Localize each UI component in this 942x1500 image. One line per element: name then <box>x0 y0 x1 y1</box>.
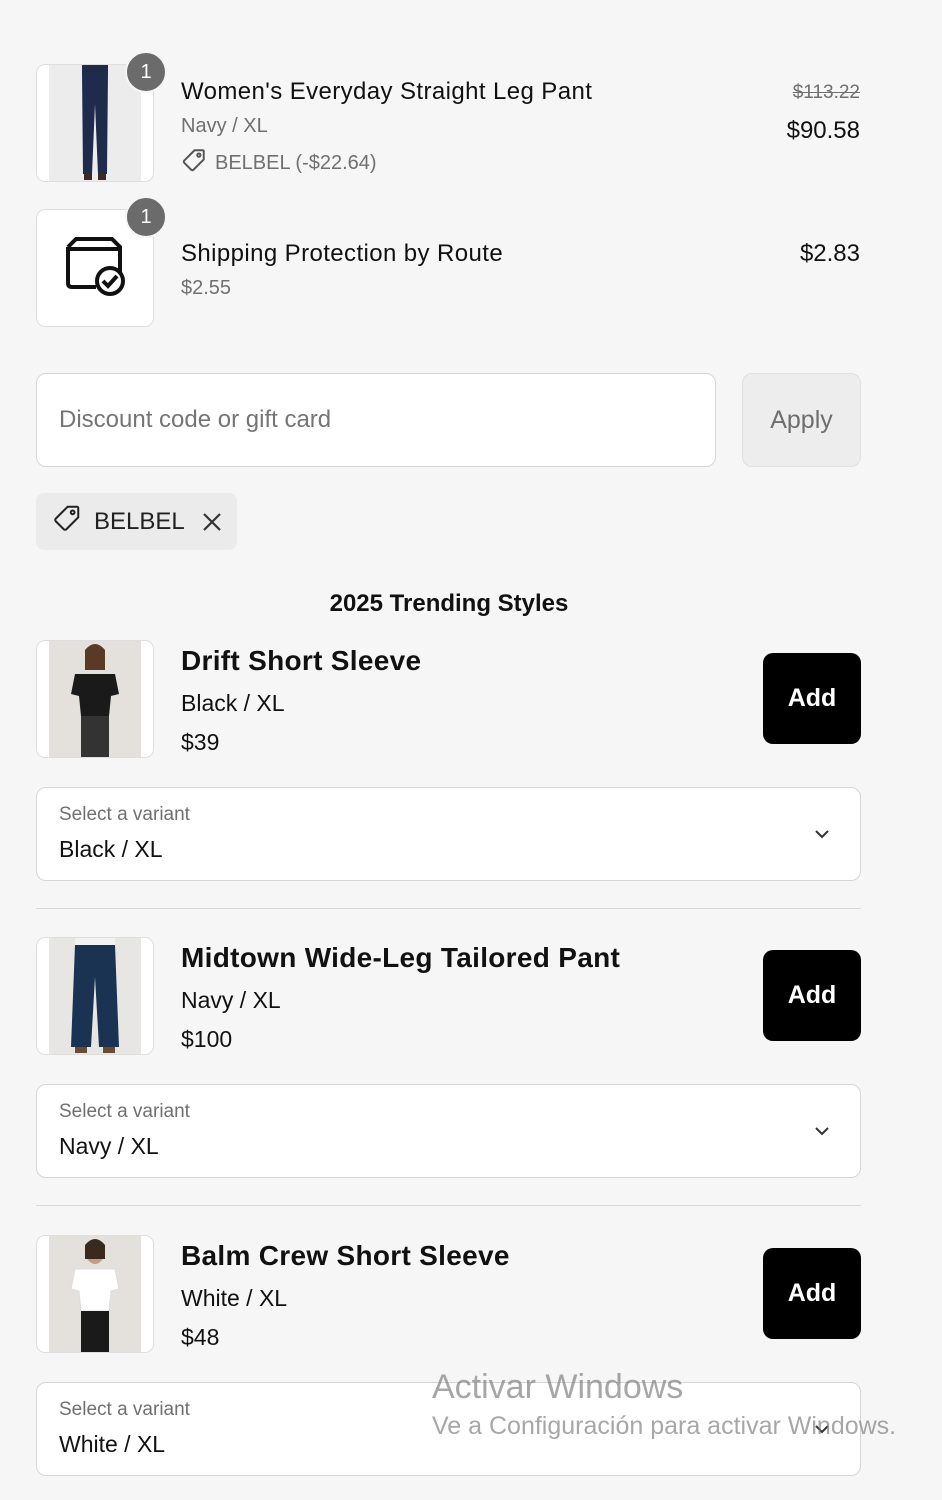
variant-select-label: Select a variant <box>59 804 190 825</box>
line-item-title: Shipping Protection by Route <box>181 240 504 267</box>
line-item-discount: BELBEL (-$22.64) <box>181 147 377 179</box>
close-icon[interactable] <box>201 511 223 533</box>
tag-icon <box>181 147 207 179</box>
divider <box>36 1205 861 1206</box>
tag-icon <box>52 503 82 540</box>
original-price: $113.22 <box>792 82 860 103</box>
product-thumbnail: 1 <box>36 51 167 182</box>
quantity-badge: 1 <box>125 51 167 93</box>
product-name: Balm Crew Short Sleeve <box>181 1240 510 1271</box>
product-variant: Navy / XL <box>181 987 281 1013</box>
variant-select-value: White / XL <box>59 1431 166 1457</box>
product-price: $48 <box>181 1324 220 1350</box>
line-item-variant: Navy / XL <box>181 115 268 137</box>
discount-code-input[interactable] <box>59 406 715 434</box>
variant-select-label: Select a variant <box>59 1399 190 1420</box>
add-button[interactable]: Add <box>763 950 861 1041</box>
product-price: $100 <box>181 1026 233 1052</box>
add-button[interactable]: Add <box>763 653 861 744</box>
product-image-wide-leg-pant <box>49 938 141 1054</box>
product-image-balm-crew-short-sleeve <box>49 1236 141 1352</box>
product-variant: Black / XL <box>181 690 285 716</box>
discount-field[interactable] <box>36 373 716 467</box>
line-item-price: $2.83 <box>799 240 860 267</box>
line-item-title: Women's Everyday Straight Leg Pant <box>181 78 593 105</box>
section-title: 2025 Trending Styles <box>329 590 569 617</box>
apply-button[interactable]: Apply <box>742 373 861 467</box>
variant-select-value: Navy / XL <box>59 1133 159 1159</box>
add-button[interactable]: Add <box>763 1248 861 1339</box>
product-image-drift-short-sleeve <box>49 641 141 757</box>
watermark-title: Activar Windows <box>432 1368 684 1406</box>
product-name: Midtown Wide-Leg Tailored Pant <box>181 942 621 973</box>
line-item-price: $90.58 <box>786 117 860 144</box>
variant-select[interactable]: Select a variant Black / XL <box>36 787 861 881</box>
variant-select[interactable]: Select a variant Navy / XL <box>36 1084 861 1178</box>
product-price: $39 <box>181 729 220 755</box>
product-thumbnail <box>36 1235 154 1353</box>
chevron-down-icon <box>812 1121 832 1146</box>
package-check-icon <box>62 233 128 304</box>
watermark-subtitle: Ve a Configuración para activar Windows. <box>432 1412 897 1440</box>
product-thumbnail <box>36 640 154 758</box>
divider <box>36 908 861 909</box>
product-thumbnail: 1 <box>36 196 167 327</box>
product-thumbnail <box>36 937 154 1055</box>
product-name: Drift Short Sleeve <box>181 645 422 676</box>
chevron-down-icon <box>812 824 832 849</box>
applied-discount-chip: BELBEL <box>36 493 237 550</box>
product-variant: White / XL <box>181 1285 288 1311</box>
variant-select-value: Black / XL <box>59 836 163 862</box>
variant-select-label: Select a variant <box>59 1101 190 1122</box>
applied-code-label: BELBEL <box>94 507 185 535</box>
quantity-badge: 1 <box>125 196 167 238</box>
line-item-subprice: $2.55 <box>181 277 232 299</box>
discount-amount: BELBEL (-$22.64) <box>215 151 377 174</box>
